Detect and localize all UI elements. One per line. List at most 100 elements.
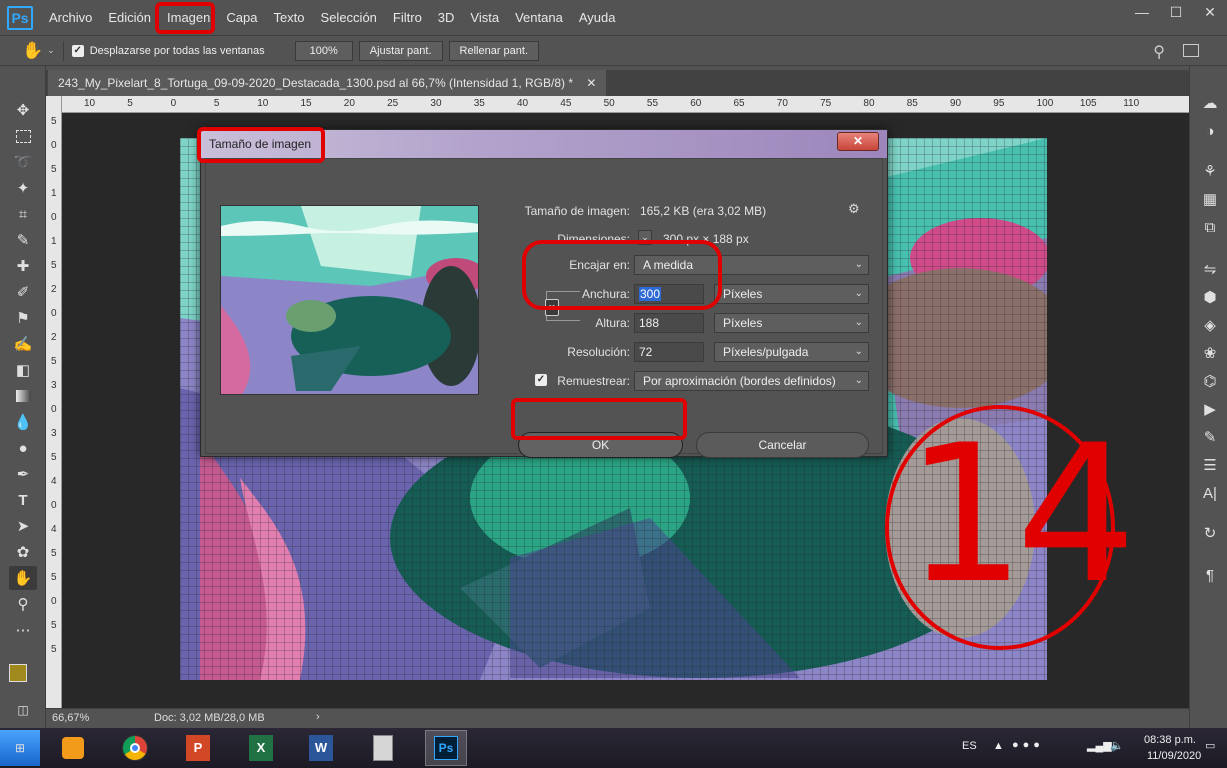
clock-date[interactable]: 11/09/2020 <box>1147 750 1201 762</box>
ruler-tick-label: 0 <box>51 140 57 151</box>
menu-filtro[interactable]: Filtro <box>385 0 430 35</box>
pen-tool-icon[interactable]: ✒ <box>9 462 37 486</box>
media-player-icon[interactable] <box>52 730 94 766</box>
zoom-level[interactable]: 66,67% <box>52 712 89 724</box>
layers-icon[interactable]: ◈ <box>1199 314 1221 336</box>
menu-capa[interactable]: Capa <box>218 0 265 35</box>
sliders-icon[interactable]: ☰ <box>1199 454 1221 476</box>
height-input[interactable]: 188 <box>634 313 704 333</box>
lasso-tool-icon[interactable]: ➰ <box>9 150 37 174</box>
network-icon[interactable]: ▂▄▆ <box>1087 739 1112 752</box>
dialog-close-button[interactable]: ✕ <box>837 132 879 151</box>
scroll-all-checkbox[interactable]: ✓ <box>71 44 84 57</box>
channels-icon[interactable]: ⚘ <box>1199 160 1221 182</box>
paragraph-icon[interactable]: ¶ <box>1199 564 1221 586</box>
word-icon[interactable]: W <box>300 730 342 766</box>
chevron-down-icon: ⌄ <box>854 317 863 328</box>
height-unit-select[interactable]: Píxeles ⌄ <box>714 313 869 333</box>
history-brush-icon[interactable]: ✍ <box>9 332 37 356</box>
menu-texto[interactable]: Texto <box>265 0 312 35</box>
brushes-icon[interactable]: ✎ <box>1199 426 1221 448</box>
custom-shape-icon[interactable]: ✿ <box>9 540 37 564</box>
blur-tool-icon[interactable]: 💧 <box>9 410 37 434</box>
minimize-button[interactable]: — <box>1125 0 1159 24</box>
start-button[interactable]: ⊞ <box>0 730 40 766</box>
volume-icon[interactable]: 🔈 <box>1110 739 1124 752</box>
cancel-button[interactable]: Cancelar <box>696 432 869 458</box>
properties-icon[interactable]: ⇋ <box>1199 258 1221 280</box>
resolution-unit-select[interactable]: Píxeles/pulgada ⌄ <box>714 342 869 362</box>
close-tab-icon[interactable]: ✕ <box>586 76 596 90</box>
type-tool-icon[interactable]: T <box>9 488 37 512</box>
tools-panel: ✥ ➰ ✦ ⌗ ✎ ✚ ✐ ⚑ ✍ ◧ 💧 ● ✒ T ➤ ✿ ✋ ⚲ ⋯ ◫ <box>0 66 46 728</box>
grid-icon[interactable]: ▦ <box>1199 188 1221 210</box>
menu-ayuda[interactable]: Ayuda <box>571 0 624 35</box>
quick-mask-icon[interactable]: ◫ <box>9 698 37 722</box>
libraries-icon[interactable]: ☁ <box>1199 92 1221 114</box>
excel-icon[interactable]: X <box>240 730 282 766</box>
menu-archivo[interactable]: Archivo <box>41 0 100 35</box>
ruler-tick-label: 4 <box>51 476 57 487</box>
language-indicator[interactable]: ES <box>962 740 977 752</box>
hand-tool-icon[interactable]: ✋ <box>22 41 43 61</box>
workspace-icon[interactable] <box>1183 44 1199 57</box>
healing-tool-icon[interactable]: ✚ <box>9 254 37 278</box>
settings-gear-icon[interactable]: ⚙ <box>848 201 860 217</box>
3d-icon[interactable]: ⬢ <box>1199 286 1221 308</box>
search-icon[interactable]: ⚲ <box>1153 42 1165 62</box>
adjustments-icon[interactable]: ◑ <box>1199 120 1221 142</box>
foreground-color-swatch[interactable] <box>9 664 27 682</box>
resample-select[interactable]: Por aproximación (bordes definidos) ⌄ <box>634 371 869 391</box>
powerpoint-icon[interactable]: P <box>177 730 219 766</box>
brush-tool-icon[interactable]: ✐ <box>9 280 37 304</box>
width-unit-select[interactable]: Píxeles ⌄ <box>714 284 869 304</box>
chevron-down-icon[interactable]: ⌄ <box>47 45 55 56</box>
image-preview[interactable] <box>220 205 479 395</box>
menu-vista[interactable]: Vista <box>462 0 507 35</box>
menu-ventana[interactable]: Ventana <box>507 0 571 35</box>
fill-screen-button[interactable]: Rellenar pant. <box>448 40 540 61</box>
ruler-top: 10 5 0 5 10 15 20 25 30 35 40 45 50 55 60 65 70 75 80 85 90 9… <box>62 96 1189 113</box>
maximize-button[interactable]: ☐ <box>1159 0 1193 24</box>
resolution-input[interactable]: 72 <box>634 342 704 362</box>
paths-icon[interactable]: ⧉ <box>1199 216 1221 238</box>
ruler-tick-label: 5 <box>51 164 57 175</box>
gradient-tool-icon[interactable] <box>9 384 37 408</box>
ruler-tick-label: 10 <box>84 98 96 109</box>
fit-screen-button[interactable]: Ajustar pant. <box>358 40 443 61</box>
zoom-tool-icon[interactable]: ⚲ <box>9 592 37 616</box>
ruler-tick-label: 5 <box>51 356 57 367</box>
tray-chevron-icon[interactable]: ▲ <box>993 740 1004 752</box>
calculator-icon[interactable] <box>362 730 404 766</box>
menu-edicion[interactable]: Edición <box>100 0 159 35</box>
eyedropper-tool-icon[interactable]: ✎ <box>9 228 37 252</box>
zoom-100-button[interactable]: 100% <box>294 40 353 61</box>
menu-seleccion[interactable]: Selección <box>313 0 385 35</box>
more-tools-icon[interactable]: ⋯ <box>9 618 37 642</box>
magic-wand-tool-icon[interactable]: ✦ <box>9 176 37 200</box>
crop-tool-icon[interactable]: ⌗ <box>9 202 37 226</box>
status-chevron-icon[interactable]: › <box>316 711 320 723</box>
photoshop-taskbar-icon[interactable]: Ps <box>425 730 467 766</box>
stamp-tool-icon[interactable]: ⚑ <box>9 306 37 330</box>
move-tool-icon[interactable]: ✥ <box>9 98 37 122</box>
eraser-tool-icon[interactable]: ◧ <box>9 358 37 382</box>
ruler-tick-label: 20 <box>343 98 355 109</box>
menu-3d[interactable]: 3D <box>430 0 463 35</box>
chrome-icon[interactable] <box>114 730 156 766</box>
styles-icon[interactable]: ❀ <box>1199 342 1221 364</box>
marquee-tool-icon[interactable] <box>9 124 37 148</box>
notifications-icon[interactable]: ▭ <box>1205 739 1215 752</box>
close-button[interactable]: ✕ <box>1193 0 1227 24</box>
history-icon[interactable]: ↻ <box>1199 522 1221 544</box>
actions-icon[interactable]: ▶ <box>1199 398 1221 420</box>
tray-app-icons[interactable]: ●●● <box>1012 739 1044 751</box>
clock-time[interactable]: 08:38 p.m. <box>1144 734 1196 746</box>
document-tab[interactable]: 243_My_Pixelart_8_Tortuga_09-09-2020_Des… <box>48 70 607 96</box>
character-icon[interactable]: A| <box>1199 482 1221 504</box>
path-icon[interactable]: ⌬ <box>1199 370 1221 392</box>
path-selection-icon[interactable]: ➤ <box>9 514 37 538</box>
hand-tool-icon[interactable]: ✋ <box>9 566 37 590</box>
annotation-width-height <box>522 240 722 310</box>
dodge-tool-icon[interactable]: ● <box>9 436 37 460</box>
